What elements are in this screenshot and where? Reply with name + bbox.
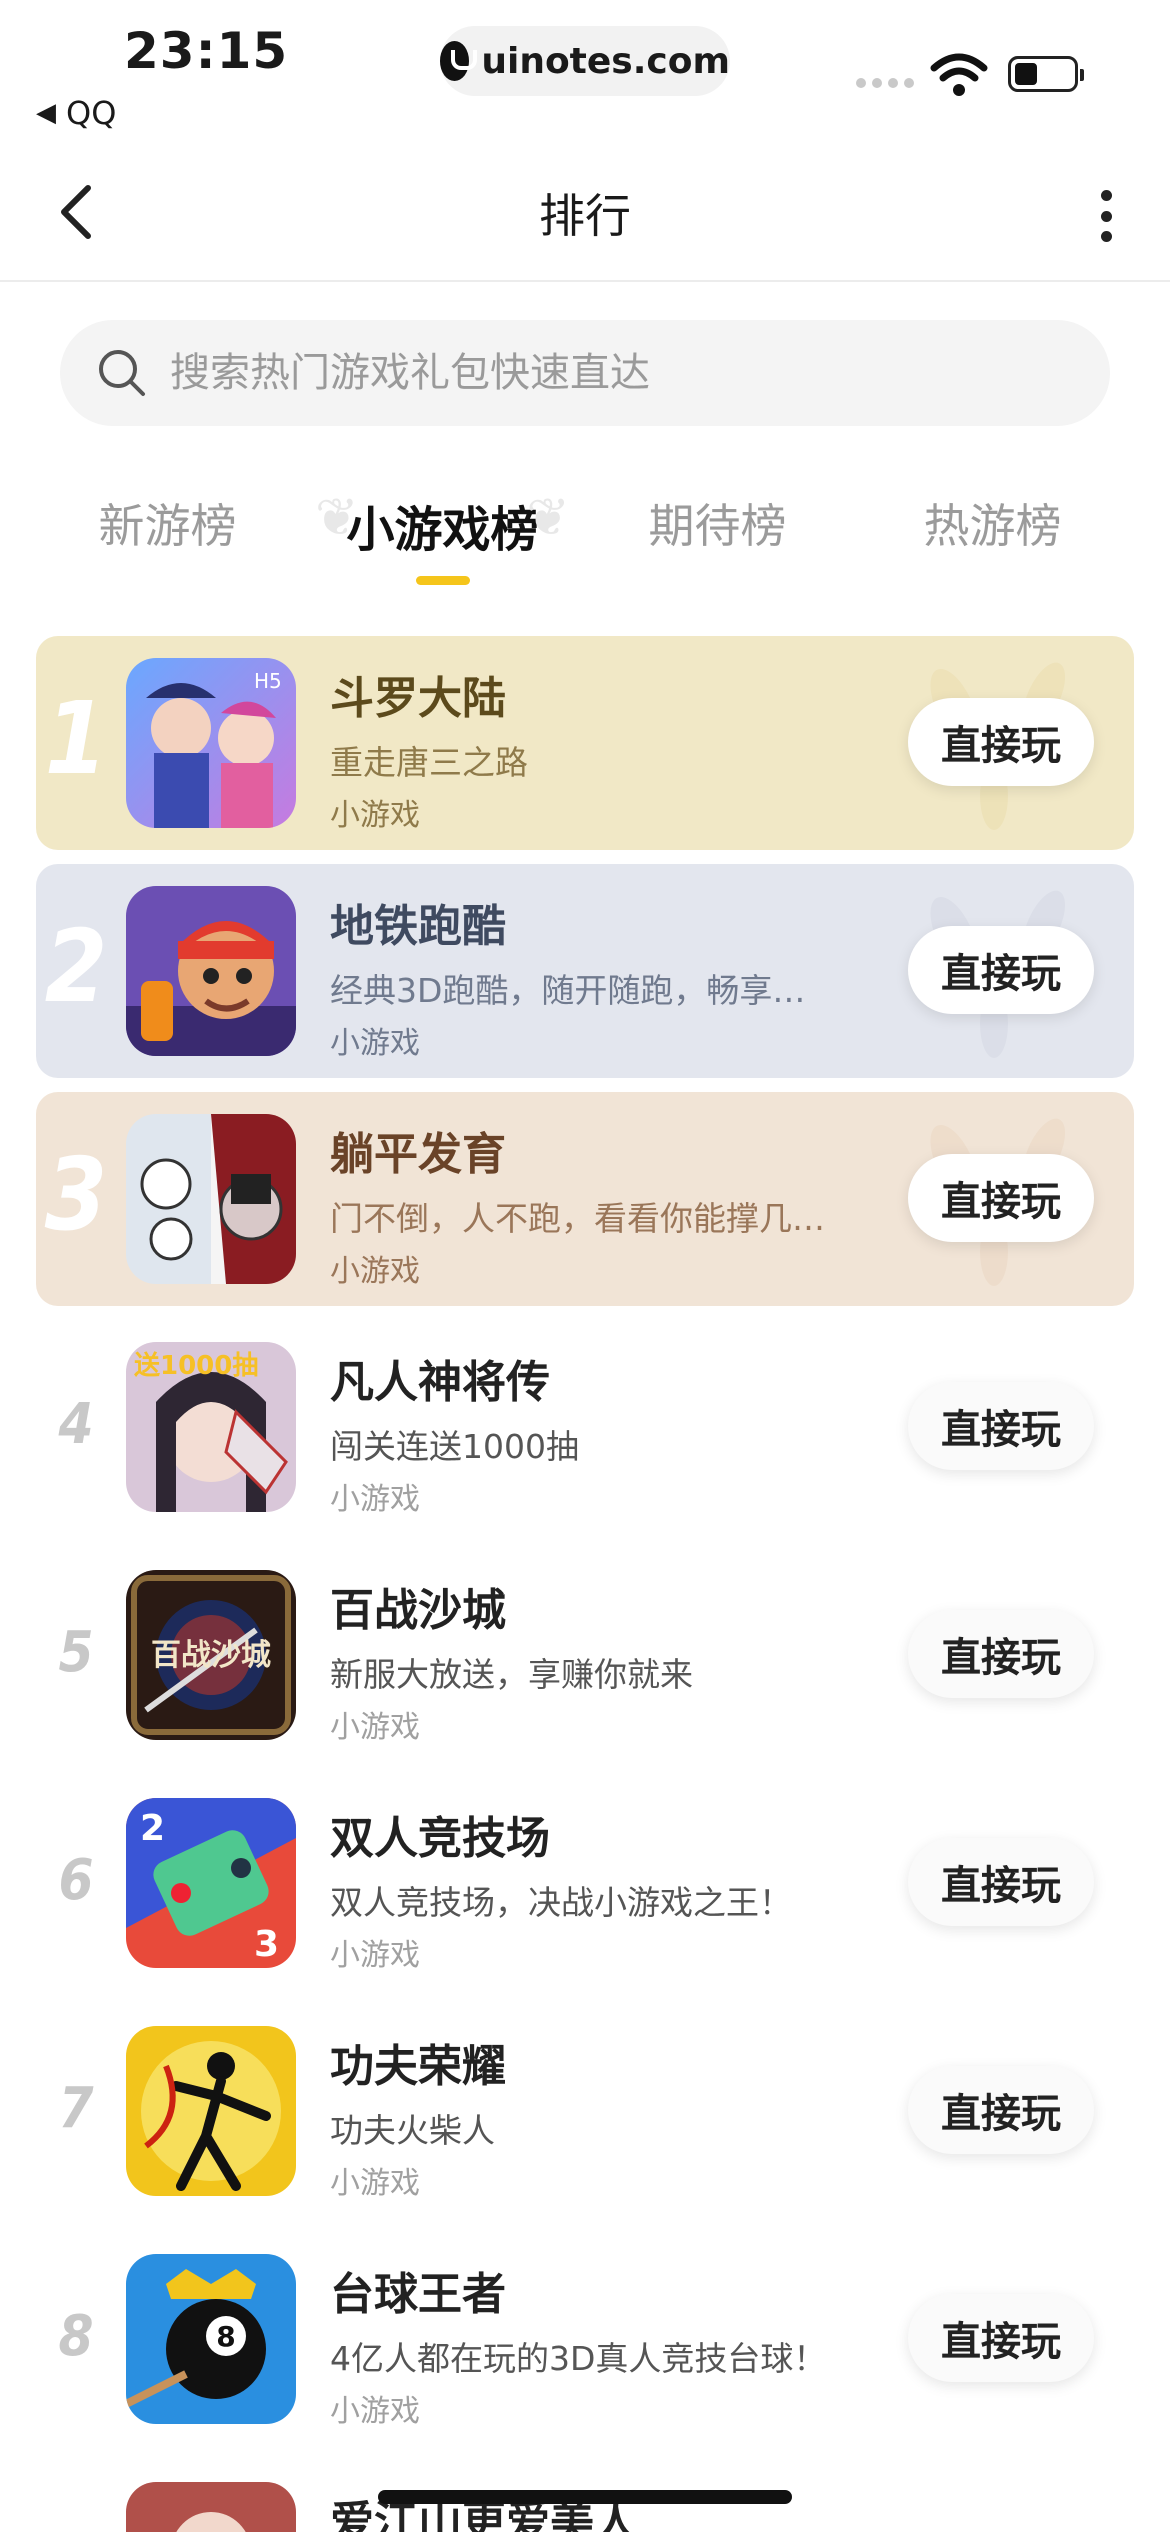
play-now-button[interactable]: 直接玩: [908, 2066, 1094, 2154]
rank-number: 3: [44, 1136, 108, 1253]
tab-label: 小游戏榜: [346, 502, 539, 558]
game-row[interactable]: 7 功夫荣耀 功夫火柴人 小游戏 直接玩: [36, 2004, 1134, 2218]
game-name: 双人竞技场: [330, 1813, 550, 1864]
tab-new-games[interactable]: 新游榜: [30, 490, 305, 590]
tab-label: 热游榜: [923, 499, 1062, 553]
game-tag: 小游戏: [330, 1710, 420, 1745]
game-description: 双人竞技场，决战小游戏之王！: [330, 1883, 792, 1922]
rank-number: 2: [44, 908, 108, 1025]
game-name: 百战沙城: [330, 1585, 506, 1636]
play-now-button[interactable]: 直接玩: [908, 698, 1094, 786]
home-indicator[interactable]: [378, 2490, 792, 2504]
game-row[interactable]: 3 躺平发育 门不倒，人不跑，看看你能撑几… 小游戏 直接玩: [36, 1092, 1134, 1306]
active-tab-indicator: [415, 576, 470, 585]
more-options-icon[interactable]: [1098, 190, 1114, 242]
search-icon: [99, 350, 145, 396]
rank-number: 8: [58, 2304, 94, 2369]
shuangren-right-number: 3: [254, 1924, 279, 1965]
game-row[interactable]: 1 H5 斗罗大陆 重走唐三之路 小游戏 直接玩: [36, 636, 1134, 850]
back-to-app-link[interactable]: ◀ QQ: [36, 94, 116, 132]
game-description: 重走唐三之路: [330, 743, 528, 782]
baizhan-icon[interactable]: 百战沙城: [126, 1570, 296, 1740]
game-tag: 小游戏: [330, 1482, 420, 1517]
game-description: 闯关连送1000抽: [330, 1427, 579, 1466]
game-name: 躺平发育: [330, 1129, 506, 1180]
billiards-icon[interactable]: 8: [126, 2254, 296, 2424]
aijiangshan-icon[interactable]: [126, 2482, 296, 2532]
shuangren-icon[interactable]: 2 3: [126, 1798, 296, 1968]
play-now-button[interactable]: 直接玩: [908, 926, 1094, 1014]
rank-number: 5: [58, 1620, 94, 1685]
game-tag: 小游戏: [330, 798, 420, 833]
tab-label: 新游榜: [98, 499, 237, 553]
douluo-icon[interactable]: H5: [126, 658, 296, 828]
cellular-signal-icon: [856, 78, 914, 88]
tab-hot-games[interactable]: 热游榜: [855, 490, 1130, 590]
game-description: 新服大放送，享赚你就来: [330, 1655, 693, 1694]
game-tag: 小游戏: [330, 1026, 420, 1061]
wreath-right-icon: ❦: [526, 488, 570, 548]
play-now-button[interactable]: 直接玩: [908, 1154, 1094, 1242]
wreath-left-icon: ❦: [315, 488, 359, 548]
rank-number: 6: [58, 1848, 94, 1913]
game-row[interactable]: 5 百战沙城 百战沙城 新服大放送，享赚你就来 小游戏 直接玩: [36, 1548, 1134, 1762]
ranking-tabs: 新游榜 ❦ 小游戏榜 ❦ 期待榜 热游榜: [30, 488, 1140, 590]
play-now-button[interactable]: 直接玩: [908, 1382, 1094, 1470]
status-time: 23:15: [124, 22, 289, 80]
page-title: 排行: [539, 189, 631, 243]
tab-label: 期待榜: [648, 499, 787, 553]
back-triangle-icon: ◀: [36, 98, 56, 128]
nav-bar: 排行: [0, 150, 1170, 282]
game-name: 台球王者: [330, 2269, 506, 2320]
game-tag: 小游戏: [330, 1938, 420, 1973]
tab-anticipated[interactable]: 期待榜: [580, 490, 855, 590]
game-row[interactable]: 6 2 3 双人竞技场 双人竞技场，决战小游戏之王！ 小游戏 直接玩: [36, 1776, 1134, 1990]
play-now-button[interactable]: 直接玩: [908, 1838, 1094, 1926]
tab-mini-games[interactable]: ❦ 小游戏榜 ❦: [305, 488, 580, 590]
game-name: 凡人神将传: [330, 1357, 550, 1408]
game-row[interactable]: 8 8 台球王者 4亿人都在玩的3D真人竞技台球！ 小游戏 直接玩: [36, 2232, 1134, 2446]
tangping-icon[interactable]: [126, 1114, 296, 1284]
url-pill[interactable]: uinotes.com: [440, 26, 730, 96]
game-name: 地铁跑酷: [330, 901, 506, 952]
play-now-button[interactable]: 直接玩: [908, 1610, 1094, 1698]
game-row[interactable]: 4 送1000抽 凡人神将传 闯关连送1000抽 小游戏 直接玩: [36, 1320, 1134, 1534]
subway-icon[interactable]: [126, 886, 296, 1056]
game-name: 功夫荣耀: [330, 2041, 506, 2092]
game-description: 4亿人都在玩的3D真人竞技台球！: [330, 2339, 827, 2378]
game-tag: 小游戏: [330, 2166, 420, 2201]
rank-number: 4: [58, 1392, 94, 1457]
search-bar[interactable]: [60, 320, 1110, 426]
fanren-icon[interactable]: 送1000抽: [126, 1342, 296, 1512]
game-tag: 小游戏: [330, 1254, 420, 1289]
search-input[interactable]: [168, 349, 1072, 397]
url-text: uinotes.com: [481, 40, 730, 82]
back-app-label: QQ: [66, 94, 117, 132]
shuangren-left-number: 2: [140, 1808, 165, 1849]
gongfu-icon[interactable]: [126, 2026, 296, 2196]
game-description: 功夫火柴人: [330, 2111, 495, 2150]
game-row[interactable]: 2 地铁跑酷 经典3D跑酷，随开随跑，畅享… 小游戏 直接玩: [36, 864, 1134, 1078]
battery-icon: [1008, 56, 1084, 92]
rank-number: 1: [44, 680, 108, 797]
baizhan-logo: 百战沙城: [151, 1638, 271, 1673]
game-tag: 小游戏: [330, 2394, 420, 2429]
douluo-badge: H5: [254, 669, 282, 693]
site-logo-icon: [440, 41, 478, 81]
game-description: 门不倒，人不跑，看看你能撑几…: [330, 1199, 825, 1238]
billiards-ball-number: 8: [216, 2320, 235, 2353]
game-name: 斗罗大陆: [330, 673, 506, 724]
wifi-icon: [930, 53, 988, 96]
play-now-button[interactable]: 直接玩: [908, 2294, 1094, 2382]
game-description: 经典3D跑酷，随开随跑，畅享…: [330, 971, 806, 1010]
status-bar: 23:15 ◀ QQ uinotes.com: [0, 0, 1170, 150]
fanren-banner: 送1000抽: [134, 1351, 258, 1381]
rank-number: 7: [58, 2076, 94, 2141]
